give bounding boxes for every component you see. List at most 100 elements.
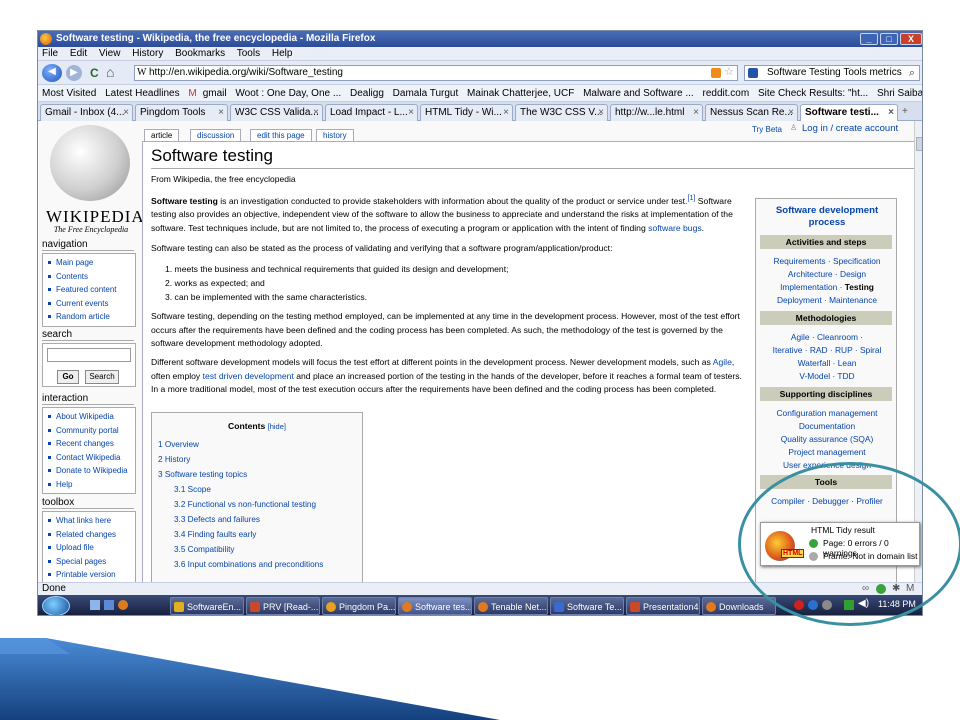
toc-item[interactable]: 3.2 Functional vs non-functional testing [158, 497, 362, 512]
nav-contact[interactable]: Contact Wikipedia [47, 451, 131, 465]
start-button[interactable] [42, 596, 70, 615]
rss-icon[interactable] [711, 68, 721, 78]
nav-donate[interactable]: Donate to Wikipedia [47, 464, 131, 478]
nav-featured[interactable]: Featured content [47, 283, 131, 297]
infobox-line[interactable]: Configuration management [758, 407, 896, 420]
nav-current-events[interactable]: Current events [47, 297, 131, 311]
menu-help[interactable]: Help [272, 48, 293, 59]
toc-item[interactable]: 1 Overview [158, 437, 362, 452]
search-button[interactable]: Search [85, 370, 119, 384]
infobox-line[interactable]: Quality assurance (SQA) [758, 433, 896, 446]
menu-bookmarks[interactable]: Bookmarks [175, 48, 225, 59]
bookmark-mainak[interactable]: Mainak Chatterjee, UCF [467, 88, 574, 99]
tool-special-pages[interactable]: Special pages [47, 555, 131, 569]
toc-item[interactable]: 3 Software testing topics [158, 467, 362, 482]
toc-item[interactable]: 3.1 Scope [158, 482, 362, 497]
close-tab-icon[interactable]: × [888, 105, 894, 120]
url-bar[interactable]: W http://en.wikipedia.org/wiki/Software_… [134, 65, 738, 81]
close-tab-icon[interactable]: × [503, 105, 509, 120]
task-software-te[interactable]: Software Te... [550, 597, 624, 615]
tab-w3c-css[interactable]: The W3C CSS V... × [515, 104, 608, 121]
infobox-line[interactable]: Iterative · RAD · RUP · Spiral [758, 344, 896, 357]
task-softwareen[interactable]: SoftwareEn... [170, 597, 244, 615]
close-tab-icon[interactable]: × [598, 105, 604, 120]
bookmark-reddit[interactable]: reddit.com [702, 88, 749, 99]
infobox-line[interactable]: Agile · Cleanroom · [758, 331, 896, 344]
bookmark-star-icon[interactable]: ☆ [724, 65, 734, 79]
menu-file[interactable]: File [42, 48, 58, 59]
home-button[interactable]: ⌂ [106, 64, 114, 80]
menu-edit[interactable]: Edit [70, 48, 87, 59]
close-tab-icon[interactable]: × [408, 105, 414, 120]
maximize-button[interactable]: □ [880, 33, 898, 45]
menu-history[interactable]: History [132, 48, 163, 59]
infobox-line[interactable]: Deployment · Maintenance [758, 294, 896, 307]
tool-related-changes[interactable]: Related changes [47, 528, 131, 542]
show-desktop-icon[interactable] [90, 600, 100, 610]
task-pingdom[interactable]: Pingdom Pa... [322, 597, 396, 615]
nav-about[interactable]: About Wikipedia [47, 410, 131, 424]
tab-local-html[interactable]: http://w...le.html × [610, 104, 703, 121]
toc-item[interactable]: 2 History [158, 452, 362, 467]
search-magnifier-icon[interactable]: ⌕ [909, 66, 915, 80]
bookmark-gmail[interactable]: gmail [203, 88, 227, 99]
tdd-link[interactable]: test driven development [203, 371, 294, 381]
infobox-line[interactable]: Documentation [758, 420, 896, 433]
wikipedia-globe-logo[interactable] [50, 125, 130, 201]
nav-contents[interactable]: Contents [47, 270, 131, 284]
bookmark-latest-headlines[interactable]: Latest Headlines [105, 88, 180, 99]
tab-edit[interactable]: edit this page [250, 129, 312, 141]
software-bugs-link[interactable]: software bugs [648, 223, 702, 233]
close-tab-icon[interactable]: × [123, 105, 129, 120]
scrollbar-thumb[interactable] [916, 137, 922, 151]
bookmark-site-check[interactable]: Site Check Results: "ht... [758, 88, 868, 99]
bookmark-woot[interactable]: Woot : One Day, One ... [235, 88, 341, 99]
nav-random[interactable]: Random article [47, 310, 131, 324]
quicklaunch-icon[interactable] [104, 600, 114, 610]
search-engine-icon[interactable] [748, 68, 758, 78]
login-link[interactable]: Log in / create account [802, 123, 898, 134]
toc-item[interactable]: 3.4 Finding faults early [158, 527, 362, 542]
infobox-line[interactable]: Architecture · Design [758, 268, 896, 281]
forward-button[interactable]: ▶ [66, 65, 82, 81]
infobox-line[interactable]: Project management [758, 446, 896, 459]
tab-gmail[interactable]: Gmail - Inbox (4... × [40, 104, 133, 121]
toc-item[interactable]: 3.5 Compatibility [158, 542, 362, 557]
close-tab-icon[interactable]: × [313, 105, 319, 120]
nav-main-page[interactable]: Main page [47, 256, 131, 270]
search-input[interactable]: Software Testing Tools metrics ⌕ [744, 65, 920, 81]
nav-recent-changes[interactable]: Recent changes [47, 437, 131, 451]
try-beta-link[interactable]: Try Beta [752, 125, 782, 134]
tab-load-impact[interactable]: Load Impact - L... × [325, 104, 418, 121]
reload-button[interactable]: C [90, 66, 99, 80]
close-tab-icon[interactable]: × [693, 105, 699, 120]
toc-item[interactable]: 3.3 Defects and failures [158, 512, 362, 527]
tool-printable[interactable]: Printable version [47, 568, 131, 582]
tool-what-links[interactable]: What links here [47, 514, 131, 528]
tab-discussion[interactable]: discussion [190, 129, 242, 141]
tab-history[interactable]: history [316, 129, 354, 141]
bookmark-malware[interactable]: Malware and Software ... [583, 88, 694, 99]
bookmark-most-visited[interactable]: Most Visited [42, 88, 96, 99]
toc-item[interactable]: 3.6 Input combinations and preconditions [158, 557, 362, 572]
close-button[interactable]: X [900, 33, 922, 45]
task-presentation4[interactable]: Presentation4 [626, 597, 700, 615]
menu-view[interactable]: View [99, 48, 121, 59]
bookmark-damala[interactable]: Damala Turgut [393, 88, 459, 99]
tab-pingdom[interactable]: Pingdom Tools × [135, 104, 228, 121]
task-downloads[interactable]: Downloads [702, 597, 776, 615]
bookmark-dealigg[interactable]: Dealigg [350, 88, 384, 99]
task-tenable[interactable]: Tenable Net... [474, 597, 548, 615]
close-tab-icon[interactable]: × [788, 105, 794, 120]
minimize-button[interactable]: _ [860, 33, 878, 45]
tab-w3c-css-validator[interactable]: W3C CSS Valida... × [230, 104, 323, 121]
tab-nessus[interactable]: Nessus Scan Re... × [705, 104, 798, 121]
infobox-title[interactable]: Software development process [758, 205, 896, 229]
tab-software-testing[interactable]: Software testi... × [800, 104, 898, 121]
tool-upload[interactable]: Upload file [47, 541, 131, 555]
agile-link[interactable]: Agile [713, 357, 732, 367]
task-software-testing[interactable]: Software tes... [398, 597, 472, 615]
go-button[interactable]: Go [57, 370, 79, 384]
tab-html-tidy[interactable]: HTML Tidy - Wi... × [420, 104, 513, 121]
infobox-line[interactable]: Requirements · Specification [758, 255, 896, 268]
